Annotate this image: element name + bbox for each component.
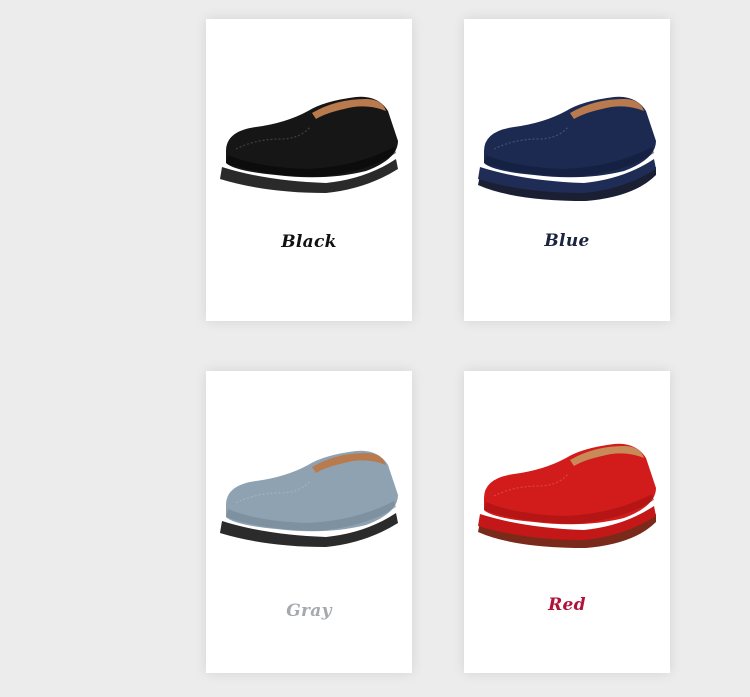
product-card-black[interactable]: Black xyxy=(206,19,412,321)
product-card-blue[interactable]: Blue xyxy=(464,19,670,321)
color-label-gray: Gray xyxy=(286,601,332,621)
color-label-blue: Blue xyxy=(544,231,590,251)
product-card-red[interactable]: Red xyxy=(464,371,670,673)
gray-shoe-image xyxy=(220,450,398,555)
black-shoe-image xyxy=(220,96,398,201)
product-card-gray[interactable]: Gray xyxy=(206,371,412,673)
color-label-red: Red xyxy=(548,595,586,615)
color-label-black: Black xyxy=(281,232,337,252)
blue-shoe-image xyxy=(478,96,656,201)
red-shoe-image xyxy=(478,443,656,548)
